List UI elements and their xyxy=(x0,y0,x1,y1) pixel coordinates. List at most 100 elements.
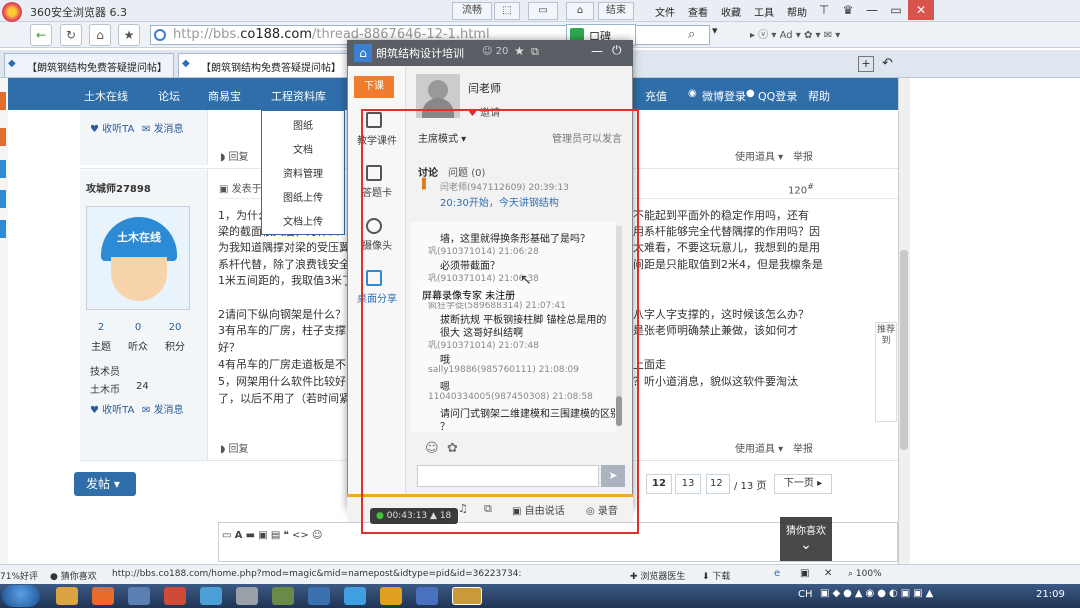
follow-link[interactable]: ♥ 收听TA xyxy=(90,401,134,416)
window-button[interactable]: ▭ xyxy=(528,2,558,20)
member-count[interactable]: ☺ 20 xyxy=(482,46,508,57)
app-icon[interactable] xyxy=(344,587,366,605)
editor-toolbar[interactable]: ▭ A ▬ ▣ ▤ ❝ <> ☺ xyxy=(222,530,322,541)
ime-indicator[interactable]: CH xyxy=(798,589,813,600)
skin-icon[interactable]: ♛ xyxy=(836,0,860,20)
menu-favorites[interactable]: 收藏 xyxy=(721,4,741,19)
nav-weibo-login[interactable]: 微博登录 xyxy=(702,88,746,104)
guess-status[interactable]: ● 猜你喜欢 xyxy=(50,569,97,582)
app-icon[interactable] xyxy=(236,587,258,605)
menu-file[interactable]: 文件 xyxy=(655,4,675,19)
download-button[interactable]: ⬇ 下载 xyxy=(702,569,730,582)
favorite-star-icon[interactable]: ★ xyxy=(118,24,140,46)
app-icon[interactable] xyxy=(200,587,222,605)
end-button[interactable]: 结束 xyxy=(598,2,634,20)
nav-qq-login[interactable]: QQ登录 xyxy=(758,88,797,104)
username[interactable]: 攻城师27898 xyxy=(86,180,151,195)
menu-help[interactable]: 帮助 xyxy=(787,4,807,19)
page-13[interactable]: 13 xyxy=(675,474,701,494)
end-class-button[interactable]: 下课 xyxy=(354,76,394,98)
side-widget[interactable] xyxy=(0,92,6,110)
next-page-button[interactable]: 下一页 ▸ xyxy=(774,474,832,494)
reply-button[interactable]: ◗ 回复 xyxy=(220,440,248,455)
maximize-button[interactable]: ▭ xyxy=(884,0,908,20)
report-link-top[interactable]: 举报 xyxy=(793,148,813,163)
page-jump-input[interactable]: 12 xyxy=(706,474,730,494)
menu-view[interactable]: 查看 xyxy=(688,4,708,19)
app-icon[interactable] xyxy=(128,587,150,605)
popout-icon[interactable]: ⧉ xyxy=(531,45,539,59)
menu-tools[interactable]: 工具 xyxy=(754,4,774,19)
message-link[interactable]: ✉ 发消息 xyxy=(142,401,184,416)
nav-help[interactable]: 帮助 xyxy=(808,88,830,104)
undo-close-icon[interactable]: ↶ xyxy=(882,56,893,71)
app-icon[interactable] xyxy=(164,587,186,605)
home-button[interactable]: ⌂ xyxy=(89,24,111,46)
follow-link-top[interactable]: ♥ 收听TA xyxy=(90,120,134,135)
stat-topics-value[interactable]: 2 xyxy=(90,322,112,333)
dropdown-upload-doc[interactable]: 文档上传 xyxy=(261,213,345,228)
browser-doctor[interactable]: ✚ 浏览器医生 xyxy=(630,569,685,582)
home-mode-button[interactable]: ⌂ xyxy=(566,2,594,20)
tab-1[interactable]: 【朗筑钢结构免费答疑提问帖】 xyxy=(4,53,174,77)
chat-minimize-button[interactable]: — xyxy=(591,44,603,58)
message-link-top[interactable]: ✉ 发消息 xyxy=(142,120,184,135)
side-widget[interactable] xyxy=(0,160,6,178)
post-line: 5，网架用什么软件比较好 xyxy=(218,375,346,388)
active-app-icon[interactable] xyxy=(452,587,482,605)
dropdown-arrow-icon[interactable]: ▾ xyxy=(712,24,736,46)
search-icon[interactable]: ⌕ xyxy=(688,27,695,42)
stat-points-value[interactable]: 20 xyxy=(164,322,186,333)
download-label: 下载 xyxy=(712,572,731,582)
app-icon[interactable] xyxy=(380,587,402,605)
pin-icon[interactable]: ⊤ xyxy=(812,0,836,20)
report-link[interactable]: 举报 xyxy=(793,440,813,455)
taskbar-clock[interactable]: 21:09 xyxy=(1036,589,1065,600)
tools-menu-top[interactable]: 使用道具 ▾ xyxy=(735,148,783,163)
new-post-button[interactable]: 发帖 ▾ xyxy=(74,472,136,496)
media-icon[interactable] xyxy=(92,587,114,605)
back-button[interactable]: ← xyxy=(30,24,52,46)
side-widget[interactable] xyxy=(0,220,6,238)
nav-tumu[interactable]: 土木在线 xyxy=(84,88,128,104)
chat-power-button[interactable]: ⏻ xyxy=(612,43,622,58)
dropdown-drawings[interactable]: 图纸 xyxy=(261,117,345,132)
ie-icon[interactable]: e xyxy=(774,568,780,579)
screen-icon[interactable]: ▣ xyxy=(800,568,809,579)
stat-listeners-value[interactable]: 0 xyxy=(127,322,149,333)
tab-2-active[interactable]: 【朗筑钢结构免费答疑提问帖】 xyxy=(178,53,348,77)
side-widget[interactable] xyxy=(0,190,6,208)
dropdown-manage[interactable]: 资料管理 xyxy=(261,165,345,180)
smooth-button[interactable]: 流畅 xyxy=(452,2,492,20)
dropdown-documents[interactable]: 文档 xyxy=(261,141,345,156)
app-icon[interactable] xyxy=(308,587,330,605)
tools-menu[interactable]: 使用道具 ▾ xyxy=(735,440,783,455)
guess-you-like-panel[interactable]: 猜你喜欢 ⌄ xyxy=(780,517,832,561)
refresh-button[interactable]: ↻ xyxy=(60,24,82,46)
nav-shangyibao[interactable]: 商易宝 xyxy=(208,88,241,104)
dropdown-upload-drawing[interactable]: 图纸上传 xyxy=(261,189,345,204)
user-avatar[interactable]: 土木在线 xyxy=(86,206,190,310)
start-button[interactable] xyxy=(2,585,40,607)
reply-button-top[interactable]: ◗ 回复 xyxy=(220,148,248,163)
screenshot-button[interactable]: ⬚ xyxy=(494,2,520,20)
minimize-button[interactable]: — xyxy=(860,0,884,20)
favorite-icon[interactable]: ★ xyxy=(514,44,525,58)
system-tray[interactable]: ▣◆●▲◉●◐▣▣▲ xyxy=(820,588,1030,604)
app-icon[interactable] xyxy=(272,587,294,605)
explorer-icon[interactable] xyxy=(56,587,78,605)
scrollbar-thumb[interactable] xyxy=(900,250,908,450)
mute-icon[interactable]: ✕ xyxy=(824,568,832,579)
new-tab-icon[interactable]: + xyxy=(858,56,874,72)
app-icon[interactable] xyxy=(416,587,438,605)
post-number[interactable]: 120# xyxy=(788,181,814,196)
zoom-level[interactable]: ⌕ 100% xyxy=(848,569,882,579)
nav-recharge[interactable]: 充值 xyxy=(645,88,667,104)
side-widget[interactable] xyxy=(0,128,6,146)
toolbar-plugins[interactable]: ▸ ⓥ ▾ Ad ▾ ✿ ▾ ✉ ▾ xyxy=(750,26,900,44)
nav-library[interactable]: 工程资料库 xyxy=(271,88,326,104)
close-button[interactable]: ✕ xyxy=(908,0,934,20)
share-panel[interactable]: 推荐到 xyxy=(875,322,897,422)
page-12[interactable]: 12 xyxy=(646,474,672,494)
nav-forum[interactable]: 论坛 xyxy=(158,88,180,104)
